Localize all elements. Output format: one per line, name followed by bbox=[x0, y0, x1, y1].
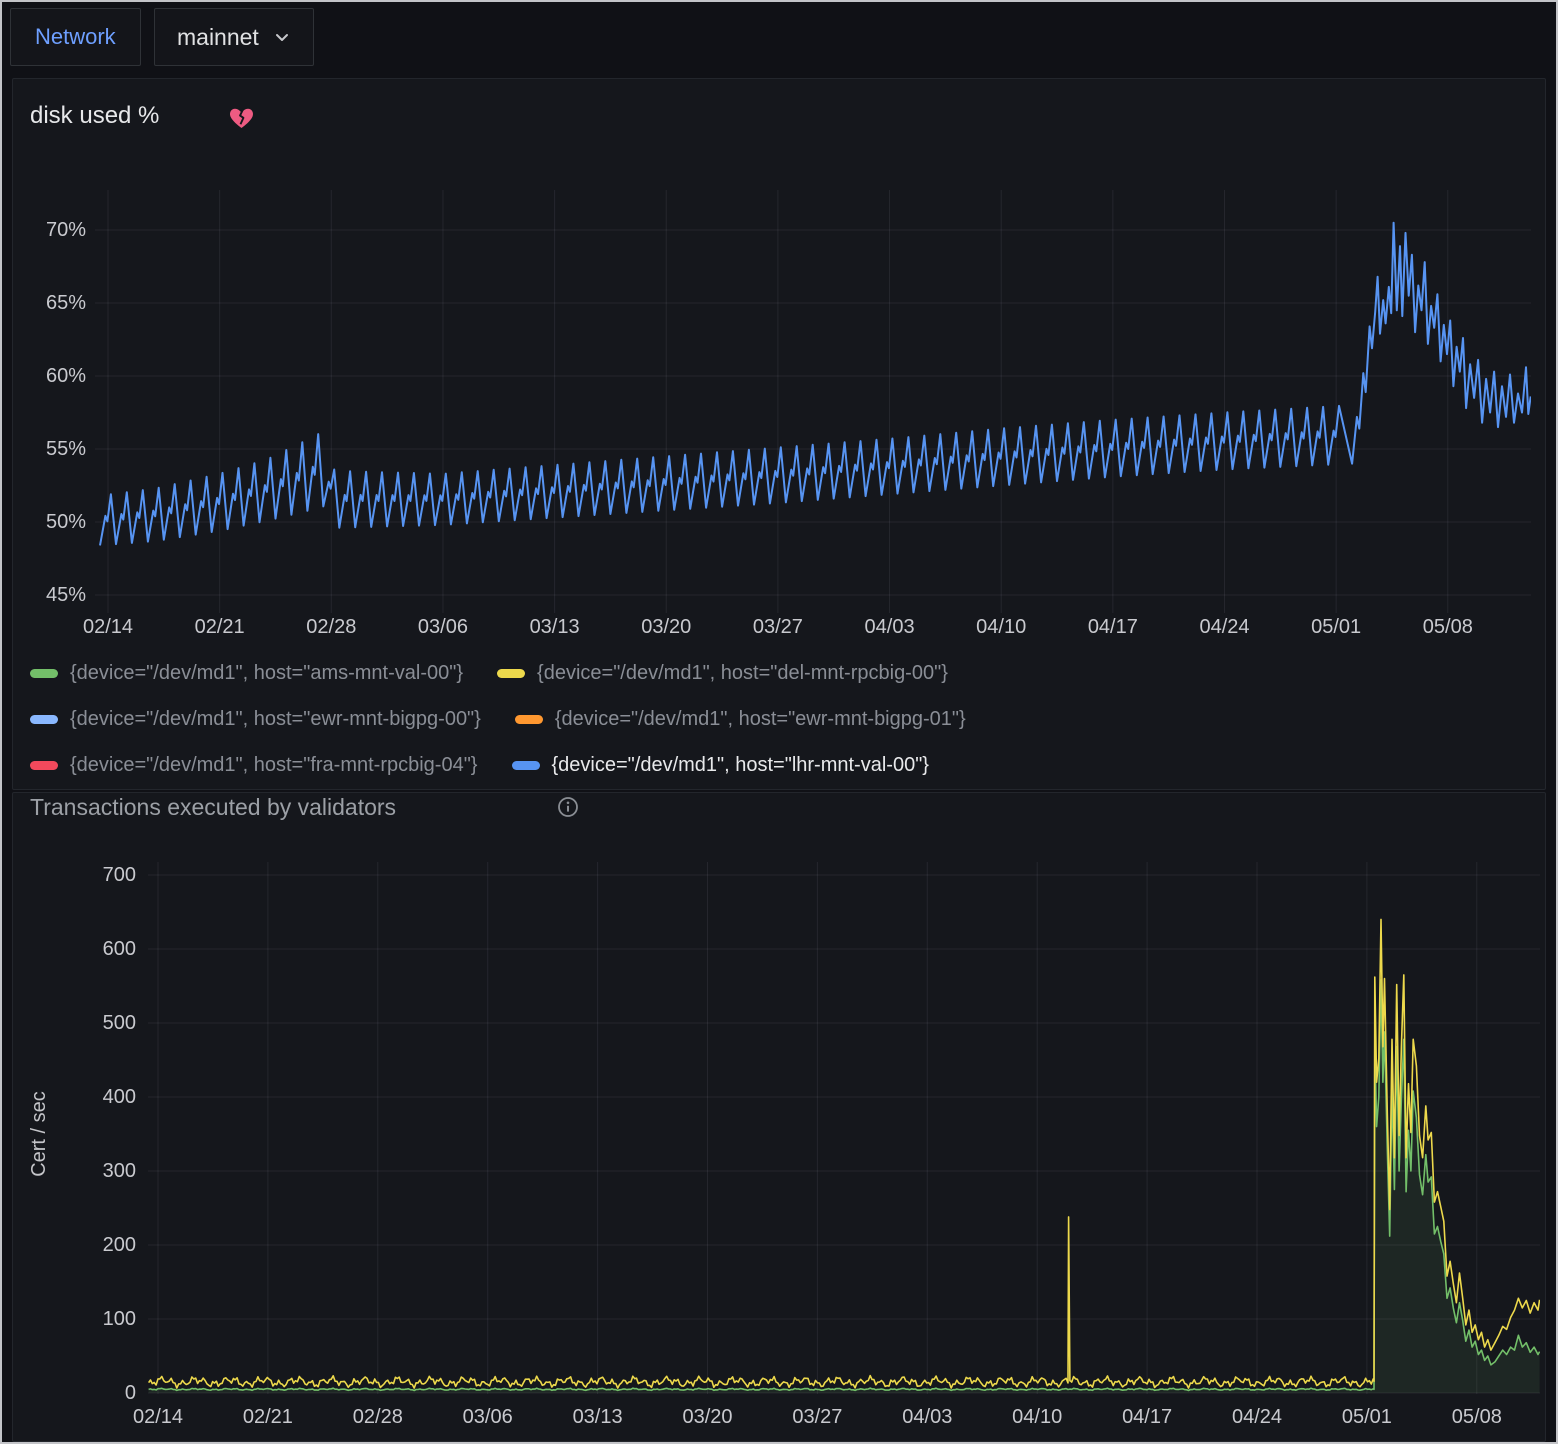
x-tick-label: 04/17 bbox=[1102, 1406, 1192, 1429]
series-color-pill bbox=[30, 715, 58, 724]
x-tick-label: 04/03 bbox=[845, 616, 935, 639]
x-tick-label: 02/21 bbox=[223, 1406, 313, 1429]
heart-break-icon bbox=[228, 104, 255, 136]
series-color-pill bbox=[497, 669, 525, 678]
variable-label-box: Network bbox=[10, 8, 141, 66]
y-tick-label: 100 bbox=[56, 1308, 136, 1331]
x-tick-label: 02/28 bbox=[286, 616, 376, 639]
x-tick-label: 05/08 bbox=[1432, 1406, 1522, 1429]
y-tick-label: 45% bbox=[14, 584, 86, 607]
x-tick-label: 04/10 bbox=[956, 616, 1046, 639]
x-tick-label: 03/27 bbox=[772, 1406, 862, 1429]
legend-item[interactable]: {device="/dev/md1", host="ams-mnt-val-00… bbox=[30, 662, 463, 685]
x-tick-label: 03/13 bbox=[510, 616, 600, 639]
y-tick-label: 60% bbox=[14, 365, 86, 388]
x-tick-label: 03/20 bbox=[663, 1406, 753, 1429]
legend-label: {device="/dev/md1", host="ewr-mnt-bigpg-… bbox=[555, 708, 966, 731]
series-color-pill bbox=[512, 761, 540, 770]
x-tick-label: 03/06 bbox=[443, 1406, 533, 1429]
series-color-pill bbox=[515, 715, 543, 724]
x-tick-label: 03/20 bbox=[621, 616, 711, 639]
x-tick-label: 04/10 bbox=[992, 1406, 1082, 1429]
x-tick-label: 03/27 bbox=[733, 616, 823, 639]
variable-label: Network bbox=[35, 24, 116, 50]
legend-row: {device="/dev/md1", host="fra-mnt-rpcbig… bbox=[30, 742, 1520, 788]
info-icon[interactable] bbox=[556, 795, 580, 824]
legend-item[interactable]: {device="/dev/md1", host="fra-mnt-rpcbig… bbox=[30, 754, 478, 777]
y-tick-label: 700 bbox=[56, 864, 136, 887]
y-tick-label: 400 bbox=[56, 1086, 136, 1109]
y-tick-label: 600 bbox=[56, 938, 136, 961]
x-tick-label: 04/03 bbox=[882, 1406, 972, 1429]
series-color-pill bbox=[30, 669, 58, 678]
y-tick-label: 500 bbox=[56, 1012, 136, 1035]
legend-label: {device="/dev/md1", host="lhr-mnt-val-00… bbox=[552, 754, 929, 777]
y-tick-label: 200 bbox=[56, 1234, 136, 1257]
legend-label: {device="/dev/md1", host="fra-mnt-rpcbig… bbox=[70, 754, 478, 777]
tx-panel-title: Transactions executed by validators bbox=[30, 794, 396, 821]
y-axis-title: Cert / sec bbox=[28, 1034, 52, 1234]
legend-item[interactable]: {device="/dev/md1", host="ewr-mnt-bigpg-… bbox=[30, 708, 481, 731]
x-tick-label: 02/28 bbox=[333, 1406, 423, 1429]
tx-plot-area[interactable] bbox=[148, 862, 1540, 1394]
network-variable-value: mainnet bbox=[177, 24, 259, 51]
x-tick-label: 02/14 bbox=[63, 616, 153, 639]
disk-panel-title: disk used % bbox=[30, 102, 159, 130]
legend-row: {device="/dev/md1", host="ams-mnt-val-00… bbox=[30, 650, 1520, 696]
x-tick-label: 04/24 bbox=[1212, 1406, 1302, 1429]
x-tick-label: 04/17 bbox=[1068, 616, 1158, 639]
legend-label: {device="/dev/md1", host="ams-mnt-val-00… bbox=[70, 662, 463, 685]
disk-legend: {device="/dev/md1", host="ams-mnt-val-00… bbox=[30, 650, 1520, 788]
x-tick-label: 02/14 bbox=[113, 1406, 203, 1429]
legend-label: {device="/dev/md1", host="del-mnt-rpcbig… bbox=[537, 662, 948, 685]
x-tick-label: 02/21 bbox=[175, 616, 265, 639]
x-tick-label: 03/06 bbox=[398, 616, 488, 639]
x-tick-label: 03/13 bbox=[553, 1406, 643, 1429]
x-tick-label: 04/24 bbox=[1180, 616, 1270, 639]
y-tick-label: 65% bbox=[14, 292, 86, 315]
x-tick-label: 05/01 bbox=[1322, 1406, 1412, 1429]
disk-plot-area[interactable] bbox=[95, 190, 1531, 613]
legend-item[interactable]: {device="/dev/md1", host="lhr-mnt-val-00… bbox=[512, 754, 929, 777]
x-tick-label: 05/08 bbox=[1403, 616, 1493, 639]
y-tick-label: 300 bbox=[56, 1160, 136, 1183]
legend-row: {device="/dev/md1", host="ewr-mnt-bigpg-… bbox=[30, 696, 1520, 742]
y-tick-label: 55% bbox=[14, 438, 86, 461]
x-tick-label: 05/01 bbox=[1291, 616, 1381, 639]
y-tick-label: 0 bbox=[56, 1382, 136, 1405]
y-tick-label: 50% bbox=[14, 511, 86, 534]
series-color-pill bbox=[30, 761, 58, 770]
legend-item[interactable]: {device="/dev/md1", host="del-mnt-rpcbig… bbox=[497, 662, 948, 685]
legend-label: {device="/dev/md1", host="ewr-mnt-bigpg-… bbox=[70, 708, 481, 731]
y-tick-label: 70% bbox=[14, 219, 86, 242]
network-variable-dropdown[interactable]: mainnet bbox=[154, 8, 314, 66]
chevron-down-icon bbox=[273, 28, 291, 46]
legend-item[interactable]: {device="/dev/md1", host="ewr-mnt-bigpg-… bbox=[515, 708, 966, 731]
